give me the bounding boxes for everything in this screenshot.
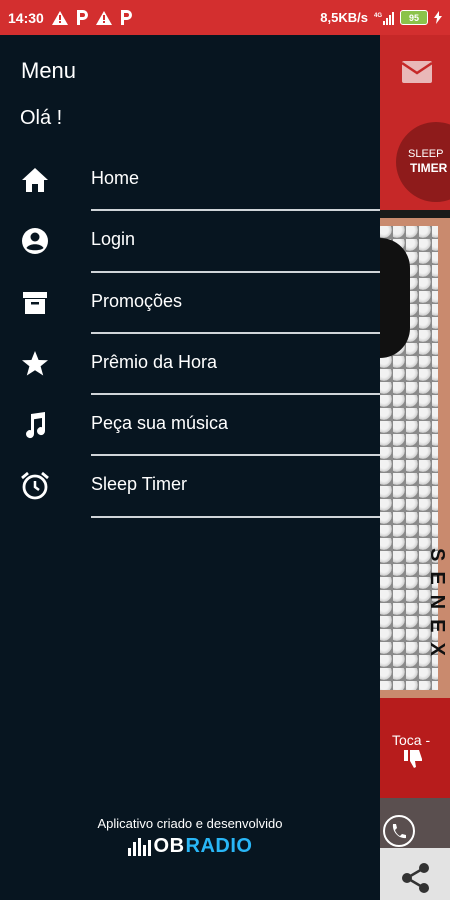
battery-indicator: 95 [400, 10, 428, 25]
equalizer-icon [127, 837, 151, 856]
menu-item-premio-da-hora[interactable]: Prêmio da Hora [0, 334, 380, 396]
drawer-title: Menu [21, 58, 77, 83]
background-app: SLEEP TIMER SENEX Toca - [380, 35, 450, 900]
home-icon [20, 165, 50, 195]
svg-text:4G: 4G [374, 13, 382, 19]
signal-icon: 4G [374, 11, 394, 25]
navigation-drawer: Menu Olá ! Home Login Promoções Prêmio d… [0, 35, 380, 900]
greeting-text: Olá ! [20, 107, 63, 129]
menu-item-label: Login [91, 229, 136, 250]
charging-icon [434, 11, 442, 24]
alarm-clock-icon [20, 471, 50, 501]
menu-item-promocoes[interactable]: Promoções [0, 273, 380, 334]
menu-item-label: Home [91, 168, 140, 188]
warning-icon [51, 10, 68, 25]
footer-credit: Aplicativo criado e desenvolvido [97, 816, 283, 831]
brand-name-part1: OB [153, 835, 185, 857]
app-header: SLEEP TIMER [380, 35, 450, 210]
menu-item-peca-sua-musica[interactable]: Peça sua música [0, 395, 380, 457]
status-bar: 14:30 8,5KB/s 4G 95 [0, 0, 450, 35]
network-speed: 8,5KB/s [320, 10, 368, 25]
share-icon[interactable] [400, 862, 432, 899]
brand-name-part2: RADIO [185, 835, 253, 857]
menu-item-label: Peça sua música [91, 413, 229, 434]
toca-label: Toca - [392, 732, 431, 748]
parking-icon [76, 10, 88, 25]
toca-panel[interactable]: Toca - [380, 698, 450, 798]
divider [91, 515, 380, 518]
station-logo: SLEEP TIMER [396, 122, 450, 202]
menu-item-label: Prêmio da Hora [91, 351, 218, 372]
menu-list: Home Login Promoções Prêmio da Hora Peça… [0, 150, 380, 518]
account-icon [20, 226, 50, 256]
menu-item-sleep-timer[interactable]: Sleep Timer [0, 456, 380, 518]
menu-item-home[interactable]: Home [0, 150, 380, 212]
warning-icon [95, 10, 112, 25]
menu-item-label: Sleep Timer [91, 474, 188, 495]
music-note-icon [20, 410, 50, 440]
album-cover: SENEX [380, 218, 450, 833]
status-time: 14:30 [8, 9, 44, 26]
star-icon [20, 349, 50, 379]
menu-item-label: Promoções [91, 290, 183, 311]
drawer-footer: Aplicativo criado e desenvolvido OB RADI… [0, 816, 380, 858]
brand-logo[interactable]: OB RADIO [0, 835, 380, 858]
thumbs-down-icon[interactable] [404, 750, 424, 773]
archive-icon [20, 288, 50, 318]
menu-item-login[interactable]: Login [0, 211, 380, 273]
cover-text: SENEX [426, 548, 448, 666]
mail-icon[interactable] [401, 61, 433, 88]
bottom-bar [380, 848, 450, 900]
photo-strip [380, 798, 450, 848]
parking-icon [120, 10, 132, 25]
